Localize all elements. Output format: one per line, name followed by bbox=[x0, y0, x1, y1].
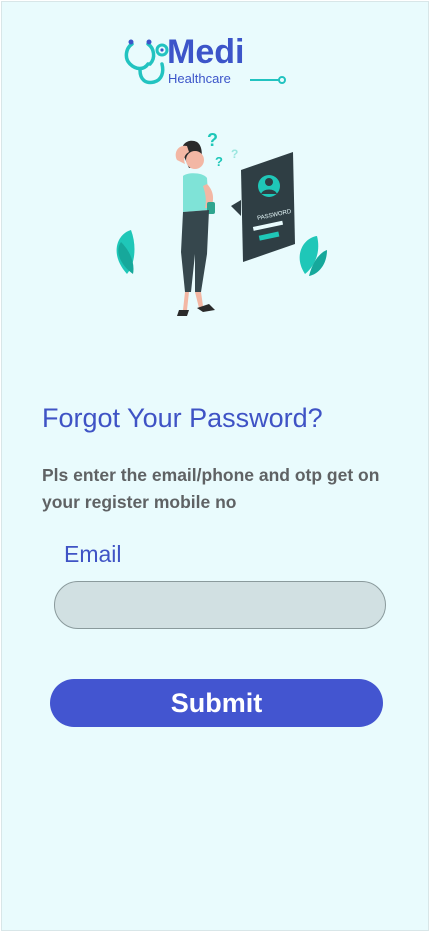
brand-tagline: Healthcare bbox=[168, 71, 231, 86]
brand-name: Medi bbox=[167, 33, 245, 71]
woman-figure bbox=[175, 140, 215, 316]
forgot-password-screen: Medi Healthcare PASSWORD ? ? ? Forgot Yo… bbox=[1, 1, 429, 931]
svg-text:?: ? bbox=[207, 130, 218, 150]
submit-button[interactable]: Submit bbox=[50, 679, 383, 727]
email-input[interactable] bbox=[54, 581, 386, 629]
email-label: Email bbox=[64, 541, 122, 567]
svg-text:?: ? bbox=[215, 154, 223, 169]
forgot-password-illustration: PASSWORD ? ? ? bbox=[116, 130, 327, 316]
instruction-text: Pls enter the email/phone and otp get on… bbox=[42, 465, 380, 512]
app-logo: Medi Healthcare bbox=[122, 34, 292, 94]
svg-text:?: ? bbox=[231, 147, 238, 161]
page-title: Forgot Your Password? bbox=[42, 403, 323, 433]
password-card: PASSWORD bbox=[231, 152, 295, 262]
